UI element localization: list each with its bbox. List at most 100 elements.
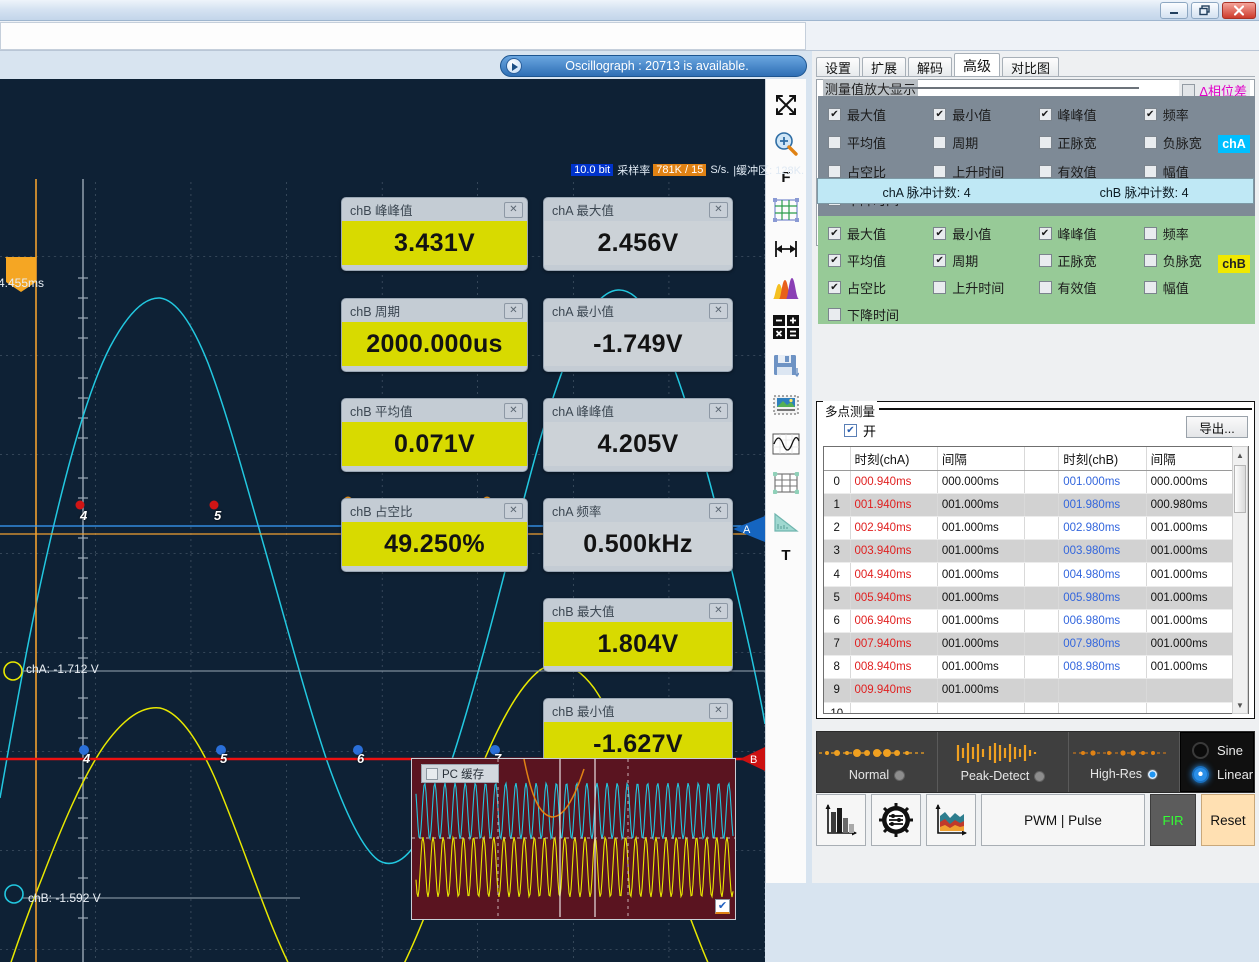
measure-option-4[interactable]: ✔ 平均值 [828, 251, 933, 270]
scope-tool-column[interactable]: F T [765, 79, 806, 883]
minimize-button[interactable] [1160, 2, 1188, 19]
measure-option-2[interactable]: ✔ 峰峰值 [1038, 104, 1144, 125]
tab-2[interactable]: 解码 [908, 57, 953, 77]
measurement-box-3[interactable]: chA 最小值 ✕ -1.749V [543, 298, 733, 372]
measurement-box-5[interactable]: chA 峰峰值 ✕ 4.205V [543, 398, 733, 472]
measurement-box-4[interactable]: chB 平均值 ✕ 0.071V [341, 398, 528, 472]
checkbox[interactable] [1143, 136, 1157, 150]
measurement-box-8[interactable]: chB 最大值 ✕ 1.804V [543, 598, 733, 672]
checkbox[interactable] [933, 164, 947, 178]
checkbox[interactable] [1143, 254, 1157, 267]
table-row[interactable]: 3 003.940ms 001.000ms 003.980ms 001.000ms [824, 539, 1235, 564]
measure-option-2[interactable]: ✔ 峰峰值 [1038, 224, 1144, 243]
measurement-box-7[interactable]: chA 频率 ✕ 0.500kHz [543, 498, 733, 572]
measure-option-0[interactable]: ✔ 最大值 [828, 224, 933, 243]
checkbox[interactable] [1038, 254, 1052, 267]
tab-4[interactable]: 对比图 [1002, 57, 1060, 77]
checkbox[interactable]: ✔ [933, 254, 947, 267]
measure-option-8[interactable]: ✔ 占空比 [828, 278, 933, 297]
normal-radio[interactable] [894, 769, 906, 781]
checkbox[interactable]: ✔ [1038, 227, 1052, 240]
pc-buffer-label-box[interactable]: PC 缓存 [421, 764, 499, 783]
pwm-pulse-button[interactable]: PWM | Pulse [981, 794, 1145, 846]
bar-chart-button[interactable] [816, 794, 866, 846]
checkbox[interactable]: ✔ [1143, 107, 1157, 121]
ruler-icon[interactable] [769, 506, 803, 538]
checkbox[interactable] [1143, 164, 1157, 178]
interpolation-selector[interactable]: Sine Linear [1180, 732, 1255, 792]
checkbox[interactable]: ✔ [828, 227, 841, 240]
chb-measurement-checkboxes[interactable]: ✔ 最大值 ✔ 最小值 ✔ 峰峰值 频率 ✔ 平均值 ✔ 周期 正脉宽 负脉宽 ✔ 占空比… [818, 216, 1255, 324]
checkbox[interactable] [1038, 136, 1052, 150]
pc-buffer-window[interactable]: PC 缓存 ✔ [411, 758, 736, 920]
checkbox[interactable]: ✔ [828, 254, 841, 267]
checkbox[interactable] [933, 136, 947, 150]
panel-tabs[interactable]: 设置 扩展 解码 高级 对比图 [816, 53, 1061, 77]
acq-mode-high-res[interactable]: High-Res [1069, 732, 1180, 792]
close-icon[interactable]: ✕ [504, 502, 523, 519]
close-button[interactable] [1222, 2, 1256, 19]
measure-width-icon[interactable] [769, 233, 803, 265]
measure-option-1[interactable]: ✔ 最小值 [933, 104, 1038, 125]
bottom-button-row[interactable]: PWM | Pulse FIR Reset [816, 794, 1255, 846]
checkbox[interactable]: ✔ [828, 107, 841, 121]
save-icon[interactable] [769, 350, 803, 382]
t-mode-button[interactable]: T [781, 545, 790, 565]
device-status-banner[interactable]: Oscillograph : 20713 is available. [500, 55, 807, 77]
scroll-down-icon[interactable]: ▼ [1233, 697, 1247, 713]
fft-histogram-icon[interactable] [769, 272, 803, 304]
measure-option-11[interactable]: 幅值 [1143, 278, 1249, 297]
table-row[interactable]: 10 [824, 702, 1235, 713]
measurement-box-6[interactable]: chB 占空比 ✕ 49.250% [341, 498, 528, 572]
maximize-button[interactable] [1191, 2, 1219, 19]
scroll-up-icon[interactable]: ▲ [1233, 447, 1247, 463]
checkbox[interactable]: ✔ [933, 107, 947, 121]
close-icon[interactable]: ✕ [504, 402, 523, 419]
multipoint-table[interactable]: 时刻(chA) 间隔 时刻(chB) 间隔 0 000.940ms 000.000ms 00… [823, 446, 1249, 714]
sine-radio[interactable] [1192, 741, 1209, 759]
checkbox[interactable]: ✔ [933, 227, 947, 240]
zoom-in-icon[interactable] [769, 128, 803, 160]
close-icon[interactable]: ✕ [709, 302, 728, 319]
checkbox[interactable] [1038, 281, 1052, 294]
table-row[interactable]: 5 005.940ms 001.000ms 005.980ms 001.000ms [824, 586, 1235, 610]
image-export-icon[interactable] [769, 389, 803, 421]
scroll-thumb[interactable] [1234, 465, 1246, 513]
measure-option-4[interactable]: 平均值 [828, 133, 933, 154]
table-view-icon[interactable] [769, 467, 803, 499]
table-row[interactable]: 1 001.940ms 001.000ms 001.980ms 000.980ms [824, 493, 1235, 518]
table-row[interactable]: 9 009.940ms 001.000ms [824, 678, 1235, 703]
tab-1[interactable]: 扩展 [862, 57, 907, 77]
scope-area[interactable]: A B 4.455ms chA: -1.712 V chB: -1.592 V … [0, 79, 806, 962]
close-icon[interactable]: ✕ [709, 201, 728, 218]
close-icon[interactable]: ✕ [709, 702, 728, 719]
table-row[interactable]: 7 007.940ms 001.000ms 007.980ms 001.000ms [824, 632, 1235, 657]
fir-button[interactable]: FIR [1150, 794, 1196, 846]
table-row[interactable]: 8 008.940ms 001.000ms 008.980ms 001.000ms [824, 655, 1235, 680]
measure-option-5[interactable]: ✔ 周期 [933, 251, 1038, 270]
measurement-box-2[interactable]: chB 周期 ✕ 2000.000us [341, 298, 528, 372]
measure-option-3[interactable]: ✔ 频率 [1143, 104, 1249, 125]
checkbox[interactable] [933, 281, 947, 294]
export-button[interactable]: 导出... [1186, 416, 1248, 438]
measure-option-10[interactable]: 有效值 [1038, 278, 1144, 297]
area-chart-button[interactable] [926, 794, 976, 846]
acquisition-mode-bar[interactable]: Normal Peak-Detect High-Res Sine Linear [816, 731, 1255, 793]
measure-option-6[interactable]: 正脉宽 [1038, 251, 1144, 270]
multipoint-checkbox[interactable]: ✔ [844, 424, 857, 437]
checkbox[interactable] [1038, 164, 1052, 178]
table-row[interactable]: 6 006.940ms 001.000ms 006.980ms 001.000ms [824, 609, 1235, 634]
measure-option-6[interactable]: 正脉宽 [1038, 133, 1144, 154]
settings-gear-button[interactable] [871, 794, 921, 846]
close-icon[interactable]: ✕ [709, 402, 728, 419]
checkbox[interactable]: ✔ [828, 281, 841, 294]
interp-sine-option[interactable]: Sine [1192, 741, 1253, 759]
tab-3[interactable]: 高级 [954, 53, 1001, 77]
checkbox[interactable]: ✔ [1038, 107, 1052, 121]
checkbox[interactable] [828, 136, 841, 150]
table-row[interactable]: 4 004.940ms 001.000ms 004.980ms 001.000ms [824, 562, 1235, 587]
measurement-box-0[interactable]: chB 峰峰值 ✕ 3.431V [341, 197, 528, 271]
table-row[interactable]: 0 000.940ms 000.000ms 001.000ms 000.000ms [824, 470, 1235, 494]
checkbox[interactable] [1143, 281, 1157, 294]
measure-option-5[interactable]: 周期 [933, 133, 1038, 154]
